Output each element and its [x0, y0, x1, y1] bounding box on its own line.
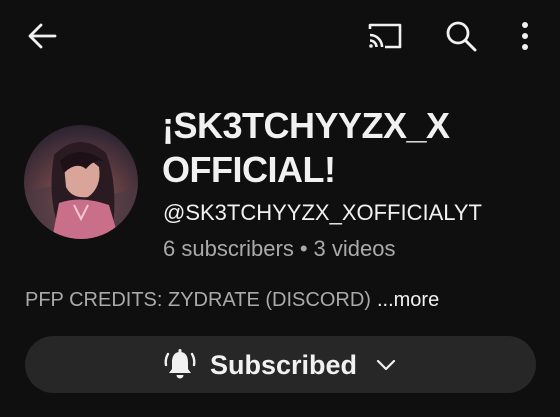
more-vertical-icon: [522, 22, 528, 50]
subscribed-button[interactable]: Subscribed: [25, 336, 536, 393]
chevron-down-icon: [375, 358, 397, 372]
search-icon: [446, 21, 477, 52]
video-count: 3 videos: [313, 236, 396, 261]
back-button[interactable]: [22, 16, 62, 56]
channel-stats: 6 subscribers • 3 videos: [163, 235, 396, 263]
cast-icon: [368, 23, 402, 49]
cast-button[interactable]: [363, 16, 407, 56]
stats-separator: •: [299, 236, 308, 261]
channel-handle: @SK3TCHYYZX_XOFFICIALYT: [163, 200, 482, 225]
back-arrow-icon: [28, 23, 57, 49]
channel-title: ¡SK3TCHYYZX_X OFFICIAL!: [162, 105, 450, 190]
channel-description[interactable]: PFP CREDITS: ZYDRATE (DISCORD) ...more: [25, 286, 439, 314]
description-text: PFP CREDITS: ZYDRATE (DISCORD): [25, 289, 371, 311]
more-link[interactable]: ...more: [377, 289, 439, 311]
bell-icon: [164, 348, 196, 382]
subscribed-label: Subscribed: [209, 349, 358, 380]
more-options-button[interactable]: [510, 16, 540, 56]
search-button[interactable]: [440, 16, 482, 56]
avatar-image: [24, 125, 138, 239]
top-app-bar: [0, 0, 560, 70]
subscriber-count: 6 subscribers: [163, 236, 294, 261]
channel-avatar[interactable]: [24, 125, 138, 239]
